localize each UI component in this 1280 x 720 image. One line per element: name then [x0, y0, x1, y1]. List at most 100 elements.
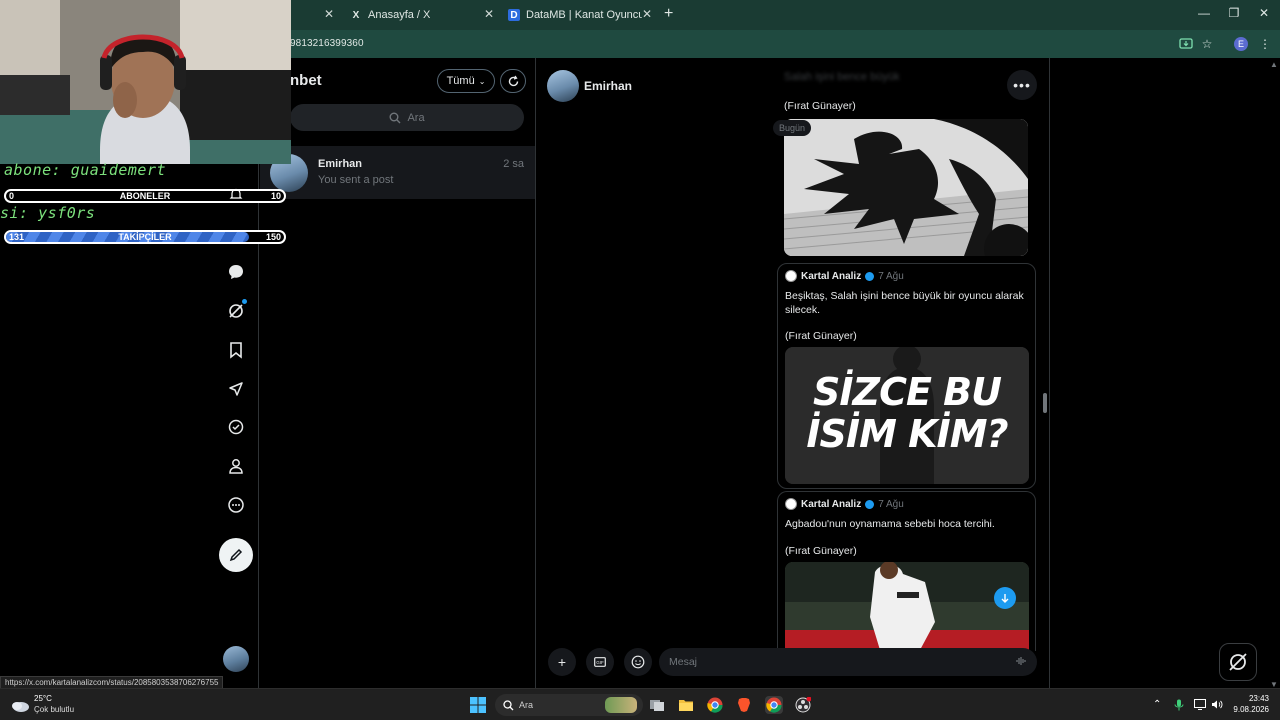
shared-post-image-card[interactable] — [777, 116, 1036, 261]
jobs-rocket-icon[interactable] — [226, 379, 246, 399]
post-image[interactable] — [785, 562, 1029, 650]
verified-icon[interactable] — [226, 417, 246, 437]
install-app-icon[interactable] — [1178, 36, 1194, 52]
chat-contact-name[interactable]: Emirhan — [584, 79, 632, 93]
windows-taskbar: 25°C Çok bulutlu Ara ⌃ 23:43 9.08.2026 — [0, 688, 1280, 720]
url-text[interactable]: 9813216399360 — [290, 38, 364, 49]
post-credit: (Fırat Günayer) — [785, 330, 857, 342]
chevron-down-icon: ⌄ — [478, 76, 486, 86]
weather-description[interactable]: Çok bulutlu — [34, 705, 74, 714]
chrome-active-icon[interactable] — [765, 696, 783, 714]
overlay-last-follower: si: ysf0rs — [0, 204, 96, 222]
shared-post-card[interactable]: Kartal Analiz 7 Ağu Beşiktaş, Salah işin… — [777, 263, 1036, 489]
weather-temperature[interactable]: 25°C — [34, 694, 52, 703]
bookmark-star-icon[interactable]: ☆ — [1199, 36, 1215, 52]
grok-icon — [1229, 653, 1247, 671]
scroll-down-arrow-icon[interactable]: ▼ — [1270, 680, 1278, 689]
notification-dot — [242, 299, 247, 304]
close-tab-icon[interactable]: ✕ — [322, 7, 336, 21]
message-input[interactable]: Mesaj — [659, 648, 1037, 676]
gif-button[interactable]: GIF — [586, 648, 614, 676]
clock-date[interactable]: 9.08.2026 — [1232, 705, 1269, 714]
x-logo-icon: X — [352, 9, 360, 21]
messages-icon[interactable] — [226, 262, 246, 282]
refresh-icon — [508, 75, 518, 86]
close-tab-icon[interactable]: ✕ — [640, 7, 654, 21]
post-date: 7 Ağu — [878, 270, 904, 282]
tab-x-home[interactable]: X Anasayfa / X ✕ — [350, 4, 496, 26]
grok-icon[interactable] — [226, 301, 246, 321]
account-avatar[interactable] — [223, 646, 249, 672]
post-header: Kartal Analiz 7 Ağu — [785, 498, 904, 510]
post-text: Agbadou'nun oynamama sebebi hoca tercihi… — [785, 518, 995, 530]
volume-icon[interactable] — [1211, 699, 1223, 713]
scroll-to-bottom-button[interactable] — [994, 587, 1016, 609]
divider — [1049, 58, 1050, 688]
scroll-up-arrow-icon[interactable]: ▲ — [1270, 60, 1278, 69]
chat-avatar[interactable] — [547, 70, 579, 102]
file-explorer-icon[interactable] — [677, 696, 695, 714]
microphone-icon[interactable] — [1174, 699, 1184, 714]
network-icon[interactable] — [1194, 699, 1206, 713]
new-tab-plus-icon[interactable]: + — [664, 5, 673, 23]
voice-icon[interactable] — [1015, 655, 1027, 670]
chat-more-button[interactable]: ••• — [1007, 70, 1037, 100]
tray-overflow-icon[interactable]: ⌃ — [1153, 699, 1161, 710]
more-options-icon[interactable] — [226, 495, 246, 515]
search-input[interactable]: Ara — [290, 104, 524, 131]
shared-post-card[interactable]: Kartal Analiz 7 Ağu Agbadou'nun oynamama… — [777, 491, 1036, 651]
conversation-name: Emirhan — [318, 158, 363, 170]
post-credit: (Fırat Günayer) — [785, 545, 857, 557]
message-placeholder: Mesaj — [669, 656, 698, 668]
post-image[interactable]: SİZCE BU İSİM KİM? — [785, 347, 1029, 484]
post-header: Kartal Analiz 7 Ağu — [785, 270, 904, 282]
followers-label: TAKİPÇİLER — [118, 232, 172, 242]
tab-title: DataMB | Kanat Oyuncularını Ka — [526, 9, 642, 21]
post-text: Beşiktaş, Salah işini bence büyük bir oy… — [785, 290, 1024, 316]
taskbar-search-label: Ara — [519, 700, 534, 710]
eagle-image — [784, 119, 1028, 256]
close-window-icon[interactable]: ✕ — [1254, 6, 1274, 20]
brave-icon[interactable] — [735, 696, 753, 714]
post-author[interactable]: Kartal Analiz — [801, 499, 861, 510]
post-author[interactable]: Kartal Analiz — [801, 271, 861, 282]
tab-previous[interactable]: ✕ — [290, 4, 336, 26]
emoji-button[interactable] — [624, 648, 652, 676]
conversation-preview: You sent a post — [318, 174, 394, 186]
weather-icon[interactable] — [10, 697, 30, 718]
close-tab-icon[interactable]: ✕ — [482, 7, 496, 21]
emoji-icon — [631, 655, 645, 669]
verified-badge-icon — [865, 499, 875, 509]
image-headline-1: SİZCE BU — [813, 370, 1002, 414]
compose-icon — [229, 548, 243, 562]
image-headline-2: İSİM KİM? — [806, 412, 1008, 456]
filter-dropdown[interactable]: Tümü ⌄ — [437, 69, 495, 93]
svg-text:GIF: GIF — [596, 660, 604, 665]
chrome-icon[interactable] — [706, 696, 724, 714]
bookmarks-icon[interactable] — [226, 340, 246, 360]
conversation-item[interactable]: Emirhan 2 sa You sent a post — [260, 146, 535, 199]
chat-scrollbar-thumb[interactable] — [1043, 393, 1047, 413]
refresh-button[interactable] — [500, 69, 526, 93]
gif-icon: GIF — [594, 657, 606, 667]
browser-menu-icon[interactable]: ⋮ — [1257, 36, 1273, 52]
windows-start-icon[interactable] — [469, 696, 487, 714]
task-view-icon[interactable] — [648, 696, 666, 714]
post-date: 7 Ağu — [878, 498, 904, 510]
minimize-icon[interactable]: — — [1194, 6, 1214, 20]
search-icon — [389, 112, 401, 123]
blurred-message-line: Salah işini bence büyük — [784, 71, 900, 83]
clock-time[interactable]: 23:43 — [1241, 694, 1269, 703]
profile-icon[interactable] — [226, 456, 246, 476]
grok-floating-button[interactable] — [1219, 643, 1257, 681]
messages-page-title: nbet — [290, 72, 322, 89]
tab-datamb[interactable]: D DataMB | Kanat Oyuncularını Ka ✕ — [508, 4, 654, 26]
followers-goal-bar: 131 TAKİPÇİLER 150 — [4, 230, 286, 244]
followers-goal: 150 — [265, 232, 281, 242]
compose-post-button[interactable] — [219, 538, 253, 572]
taskbar-search[interactable]: Ara — [495, 694, 643, 716]
obs-icon[interactable] — [794, 696, 812, 714]
browser-profile-avatar[interactable]: E — [1234, 37, 1248, 51]
restore-icon[interactable]: ❐ — [1224, 6, 1244, 20]
add-attachment-button[interactable]: + — [548, 648, 576, 676]
